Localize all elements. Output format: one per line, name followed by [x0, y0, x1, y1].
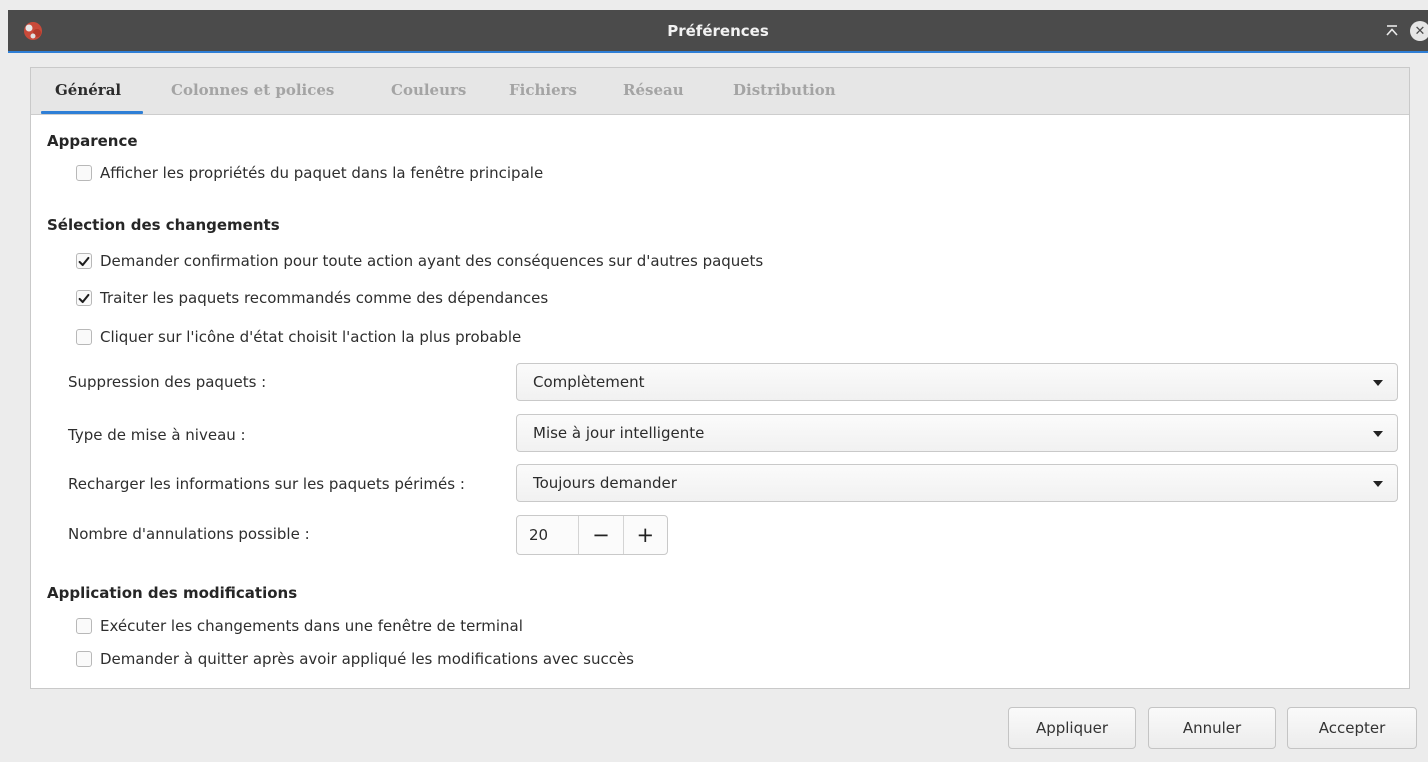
click-status-icon-option[interactable]: Cliquer sur l'icône d'état choisit l'act…: [76, 328, 521, 346]
upgrade-type-value: Mise à jour intelligente: [533, 424, 705, 442]
ask-quit-label: Demander à quitter après avoir appliqué …: [100, 650, 634, 668]
undo-count-input[interactable]: 20: [517, 516, 578, 554]
ask-confirmation-checkbox[interactable]: [76, 253, 92, 269]
apply-button[interactable]: Appliquer: [1008, 707, 1136, 749]
ask-quit-option[interactable]: Demander à quitter après avoir appliqué …: [76, 650, 634, 668]
tab-bar: Général Colonnes et polices Couleurs Fic…: [31, 68, 1409, 115]
run-in-terminal-checkbox[interactable]: [76, 618, 92, 634]
chevron-down-icon: [1373, 380, 1383, 386]
tab-network[interactable]: Réseau: [623, 81, 684, 99]
removal-dropdown[interactable]: Complètement: [516, 363, 1398, 401]
ask-confirmation-option[interactable]: Demander confirmation pour toute action …: [76, 252, 763, 270]
show-properties-label: Afficher les propriétés du paquet dans l…: [100, 164, 544, 182]
removal-label: Suppression des paquets :: [68, 373, 267, 391]
upgrade-type-dropdown[interactable]: Mise à jour intelligente: [516, 414, 1398, 452]
preferences-window: Préférences ✕ Général Colonnes et police…: [0, 0, 1428, 762]
section-selection-title: Sélection des changements: [47, 216, 280, 234]
click-status-icon-checkbox[interactable]: [76, 329, 92, 345]
ask-quit-checkbox[interactable]: [76, 651, 92, 667]
close-button[interactable]: ✕: [1408, 19, 1428, 43]
treat-recommended-checkbox[interactable]: [76, 290, 92, 306]
reload-outdated-label: Recharger les informations sur les paque…: [68, 475, 465, 493]
tab-general[interactable]: Général: [55, 81, 121, 99]
active-tab-indicator: [41, 111, 143, 114]
shade-icon[interactable]: [1380, 19, 1404, 43]
treat-recommended-label: Traiter les paquets recommandés comme de…: [100, 289, 549, 307]
accept-button[interactable]: Accepter: [1287, 707, 1417, 749]
section-apply-title: Application des modifications: [47, 584, 298, 602]
tab-colors[interactable]: Couleurs: [391, 81, 466, 99]
reload-outdated-value: Toujours demander: [533, 474, 677, 492]
window-title: Préférences: [667, 22, 769, 40]
upgrade-type-label: Type de mise à niveau :: [68, 426, 246, 444]
check-icon: [78, 256, 90, 266]
chevron-down-icon: [1373, 431, 1383, 437]
decrement-button[interactable]: −: [578, 516, 622, 554]
check-icon: [78, 293, 90, 303]
show-properties-option[interactable]: Afficher les propriétés du paquet dans l…: [76, 164, 543, 182]
tab-columns-fonts[interactable]: Colonnes et polices: [171, 81, 334, 99]
run-in-terminal-label: Exécuter les changements dans une fenêtr…: [100, 617, 523, 635]
cancel-button[interactable]: Annuler: [1148, 707, 1276, 749]
section-appearance-title: Apparence: [47, 132, 138, 150]
removal-value: Complètement: [533, 373, 645, 391]
close-icon: ✕: [1410, 21, 1428, 41]
reload-outdated-dropdown[interactable]: Toujours demander: [516, 464, 1398, 502]
undo-count-stepper: 20 − +: [516, 515, 668, 555]
tab-distribution[interactable]: Distribution: [733, 81, 836, 99]
title-bar[interactable]: Préférences ✕: [8, 10, 1428, 53]
treat-recommended-option[interactable]: Traiter les paquets recommandés comme de…: [76, 289, 548, 307]
click-status-icon-label: Cliquer sur l'icône d'état choisit l'act…: [100, 328, 522, 346]
undo-count-label: Nombre d'annulations possible :: [68, 525, 310, 543]
run-in-terminal-option[interactable]: Exécuter les changements dans une fenêtr…: [76, 617, 523, 635]
tab-files[interactable]: Fichiers: [509, 81, 577, 99]
show-properties-checkbox[interactable]: [76, 165, 92, 181]
increment-button[interactable]: +: [622, 516, 667, 554]
chevron-down-icon: [1373, 481, 1383, 487]
ask-confirmation-label: Demander confirmation pour toute action …: [100, 252, 764, 270]
